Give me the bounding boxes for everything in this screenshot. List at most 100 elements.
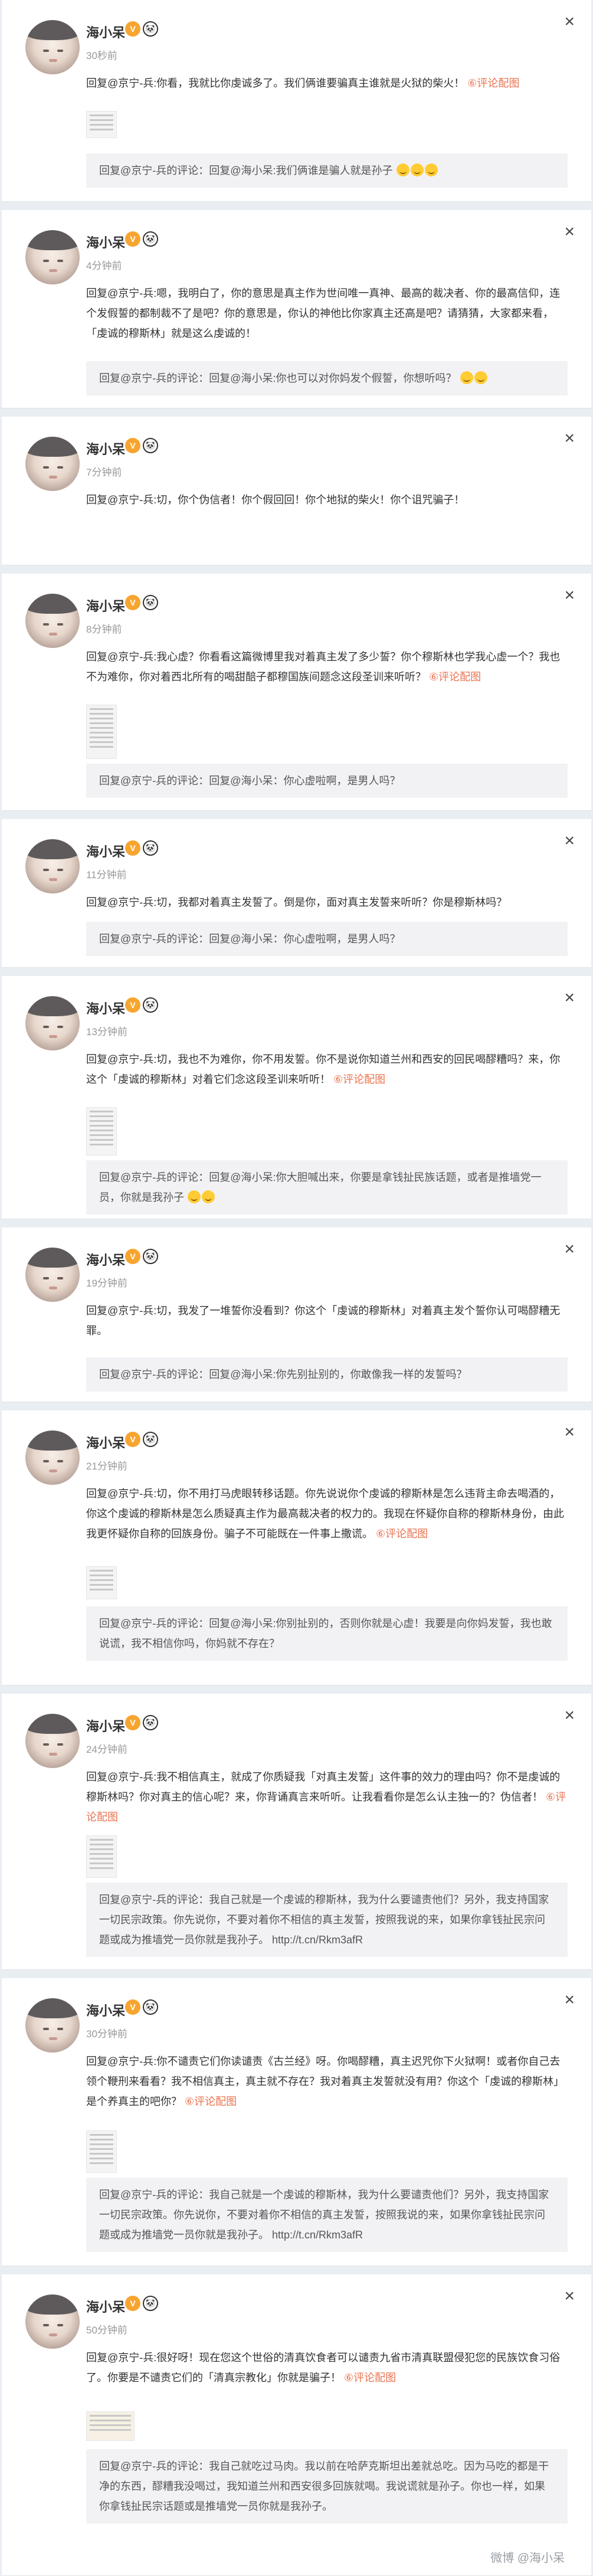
avatar[interactable] (25, 1431, 80, 1485)
close-icon[interactable]: × (564, 1423, 575, 1441)
panda-icon: 🐼 (143, 997, 158, 1013)
comment-image-link[interactable]: ⑥评论配图 (333, 1073, 385, 1085)
verified-icon: V (125, 1249, 140, 1264)
panda-icon: 🐼 (143, 2296, 158, 2311)
verified-icon: V (125, 997, 140, 1013)
comment-card: 海小呆 V 🐼 24分钟前 × 回复@京宁-兵:我不相信真主，就成了你质疑我「对真… (2, 1694, 591, 1970)
user-name[interactable]: 海小呆 (86, 999, 125, 1017)
comment-image-link[interactable]: ⑥评论配图 (376, 1528, 428, 1540)
comment-body: 回复@京宁-兵:我不相信真主，就成了你质疑我「对真主发誓」这件事的效力的理由吗？… (86, 1767, 568, 1827)
comment-image-thumbnail[interactable] (86, 111, 117, 138)
quoted-reply: 回复@京宁-兵的评论：我自己就是一个虔诚的穆斯林，我为什么要谴责他们？另外，我支… (86, 2178, 568, 2252)
comment-image-link[interactable]: ⑥评论配图 (467, 77, 519, 89)
comment-image-link[interactable]: ⑥评论配图 (344, 2372, 396, 2384)
user-name[interactable]: 海小呆 (86, 1716, 125, 1735)
panda-icon: 🐼 (143, 1715, 158, 1730)
close-icon[interactable]: × (564, 989, 575, 1007)
comment-body: 回复@京宁-兵:切，我发了一堆誓你没看到？你这个「虔诚的穆斯林」对着真主发个誓你… (86, 1301, 568, 1341)
comment-card: 海小呆 V 🐼 50分钟前 × 回复@京宁-兵:很好呀！现在您这个世俗的清真饮食者… (2, 2274, 591, 2576)
user-name[interactable]: 海小呆 (86, 2001, 125, 2019)
comment-image-link[interactable]: ⑥评论配图 (429, 671, 481, 683)
avatar[interactable] (25, 1998, 80, 2053)
user-name[interactable]: 海小呆 (86, 842, 125, 860)
comment-text: 回复@京宁-兵:切，你个伪信者！你个假回回！你个地狱的柴火！你个诅咒骗子！ (86, 494, 465, 506)
timestamp: 13分钟前 (86, 1026, 127, 1037)
timestamp: 11分钟前 (86, 869, 127, 881)
user-name[interactable]: 海小呆 (86, 1250, 125, 1269)
laugh-emoji (474, 371, 487, 384)
timestamp: 30秒前 (86, 50, 117, 61)
panda-icon: 🐼 (143, 1249, 158, 1264)
avatar[interactable] (25, 996, 80, 1050)
verified-icon: V (125, 21, 140, 37)
quoted-reply: 回复@京宁-兵的评论：我自己就吃过马肉。我以前在哈萨克斯坦出差就总吃。因为马吃的… (86, 2449, 568, 2523)
comment-text: 回复@京宁-兵:切，我也不为难你，你不用发誓。你不是说你知道兰州和西安的回民喝醪… (86, 1053, 561, 1085)
avatar[interactable] (25, 437, 80, 491)
close-icon[interactable]: × (564, 2287, 575, 2305)
user-name[interactable]: 海小呆 (86, 22, 125, 41)
avatar[interactable] (25, 20, 80, 74)
user-name[interactable]: 海小呆 (86, 596, 125, 615)
timestamp: 19分钟前 (86, 1278, 127, 1289)
quoted-reply-text: 回复@京宁-兵的评论：我自己就吃过马肉。我以前在哈萨克斯坦出差就总吃。因为马吃的… (99, 2460, 549, 2512)
user-name[interactable]: 海小呆 (86, 2297, 125, 2316)
comment-card: 海小呆 V 🐼 21分钟前 × 回复@京宁-兵:切，你不用打马虎眼转移话题。你先说… (2, 1410, 591, 1685)
comment-card: 海小呆 V 🐼 8分钟前 × 回复@京宁-兵:我心虚？你看看这篇微博里我对着真主发… (2, 574, 591, 811)
close-icon[interactable]: × (564, 1240, 575, 1258)
user-name[interactable]: 海小呆 (86, 233, 125, 251)
close-icon[interactable]: × (564, 587, 575, 604)
verified-icon: V (125, 1432, 140, 1447)
close-icon[interactable]: × (564, 1991, 575, 2009)
laugh-emoji (424, 163, 438, 176)
verified-icon: V (125, 1715, 140, 1730)
timestamp: 8分钟前 (86, 624, 122, 635)
avatar[interactable] (25, 1714, 80, 1768)
close-icon[interactable]: × (564, 13, 575, 31)
comment-feed: 海小呆 V 🐼 30秒前 × 回复@京宁-兵:你看，我就比你虔诚多了。我们俩谁要骗… (0, 0, 593, 2576)
panda-icon: 🐼 (143, 595, 158, 610)
panda-icon: 🐼 (143, 840, 158, 856)
avatar[interactable] (25, 594, 80, 648)
avatar[interactable] (25, 839, 80, 893)
comment-image-thumbnail[interactable] (86, 1107, 117, 1156)
avatar[interactable] (25, 1248, 80, 1302)
quoted-reply: 回复@京宁-兵的评论：回复@海小呆:我们俩谁是骗人就是孙子 (86, 153, 568, 188)
close-icon[interactable]: × (564, 430, 575, 447)
comment-image-thumbnail[interactable] (86, 1835, 117, 1878)
close-icon[interactable]: × (564, 832, 575, 850)
quoted-reply-text: 回复@京宁-兵的评论：回复@海小呆：你心虚啦啊，是男人吗？ (99, 933, 401, 945)
timestamp: 7分钟前 (86, 467, 122, 478)
user-name[interactable]: 海小呆 (86, 439, 125, 458)
panda-icon: 🐼 (143, 438, 158, 453)
user-name[interactable]: 海小呆 (86, 1433, 125, 1452)
panda-icon: 🐼 (143, 1999, 158, 2015)
laugh-emoji (396, 163, 409, 176)
timestamp: 21分钟前 (86, 1461, 127, 1472)
panda-icon: 🐼 (143, 231, 158, 247)
comment-image-thumbnail[interactable] (86, 2411, 135, 2441)
avatar[interactable] (25, 230, 80, 284)
comment-body: 回复@京宁-兵:切，你个伪信者！你个假回回！你个地狱的柴火！你个诅咒骗子！ (86, 490, 568, 510)
avatar[interactable] (25, 2294, 80, 2349)
comment-body: 回复@京宁-兵:你看，我就比你虔诚多了。我们俩谁要骗真主谁就是火狱的柴火！ ⑥评… (86, 73, 568, 93)
close-icon[interactable]: × (564, 1707, 575, 1724)
close-icon[interactable]: × (564, 223, 575, 241)
comment-text: 回复@京宁-兵:切，你不用打马虎眼转移话题。你先说说你个虔诚的穆斯林是怎么违背主… (86, 1488, 564, 1540)
comment-body: 回复@京宁-兵:很好呀！现在您这个世俗的清真饮食者可以谴责九省市清真联盟侵犯您的… (86, 2348, 568, 2388)
comment-image-thumbnail[interactable] (86, 2130, 117, 2173)
comment-text: 回复@京宁-兵:很好呀！现在您这个世俗的清真饮食者可以谴责九省市清真联盟侵犯您的… (86, 2352, 561, 2384)
comment-image-thumbnail[interactable] (86, 705, 117, 759)
laugh-emoji (460, 371, 473, 384)
timestamp: 24分钟前 (86, 1744, 127, 1755)
comment-image-link[interactable]: ⑥评论配图 (185, 2096, 237, 2107)
comment-text: 回复@京宁-兵:你不谴责它们你读谴责《古兰经》呀。你喝醪糟，真主迟咒你下火狱啊！… (86, 2055, 564, 2107)
comment-card: 海小呆 V 🐼 30分钟前 × 回复@京宁-兵:你不谴责它们你读谴责《古兰经》呀。… (2, 1978, 591, 2266)
comment-body: 回复@京宁-兵:切，你不用打马虎眼转移话题。你先说说你个虔诚的穆斯林是怎么违背主… (86, 1484, 568, 1544)
timestamp: 50分钟前 (86, 2325, 127, 2336)
quoted-reply-text: 回复@京宁-兵的评论：回复@海小呆:你先别扯别的，你敢像我一样的发誓吗？ (99, 1369, 467, 1380)
comment-card: 海小呆 V 🐼 19分钟前 × 回复@京宁-兵:切，我发了一堆誓你没看到？你这个「… (2, 1228, 591, 1402)
comment-card: 海小呆 V 🐼 30秒前 × 回复@京宁-兵:你看，我就比你虔诚多了。我们俩谁要骗… (2, 0, 591, 202)
timestamp: 30分钟前 (86, 2028, 127, 2040)
verified-icon: V (125, 438, 140, 453)
comment-image-thumbnail[interactable] (86, 1566, 117, 1599)
